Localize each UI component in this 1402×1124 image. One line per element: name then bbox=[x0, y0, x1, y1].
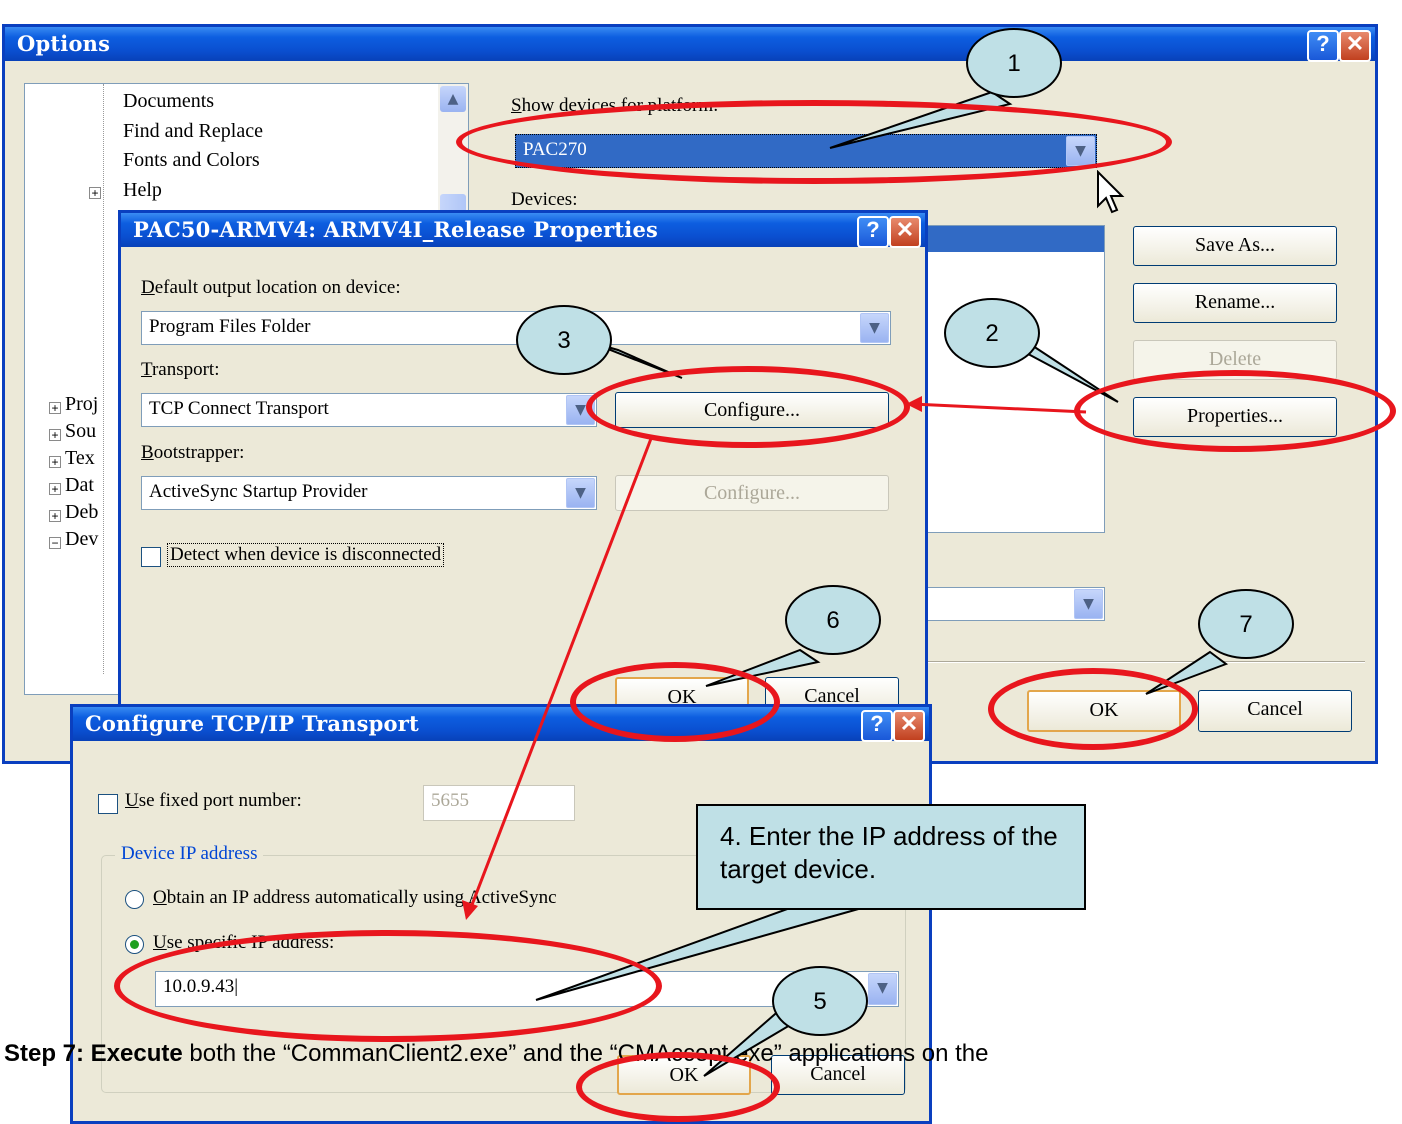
transport-label: Transport: bbox=[141, 359, 220, 380]
callout-7: 7 bbox=[1198, 589, 1294, 659]
bootstrapper-label: Bootstrapper: bbox=[141, 442, 245, 463]
scroll-up-icon[interactable]: ▲ bbox=[440, 86, 466, 112]
step-instruction: Step 7: Execute both the “CommanClient2.… bbox=[4, 1040, 989, 1068]
callout-4-note: 4. Enter the IP address of the target de… bbox=[696, 804, 1086, 910]
fixed-port-label[interactable]: Use fixed port number: bbox=[125, 790, 302, 812]
options-title: Options bbox=[5, 27, 1375, 61]
expand-icon[interactable]: + bbox=[49, 402, 61, 414]
callout-2: 2 bbox=[944, 298, 1040, 368]
mouse-pointer-icon bbox=[1097, 170, 1125, 214]
configure-bootstrapper-button[interactable]: Configure... bbox=[615, 475, 889, 511]
detect-disconnect-label[interactable]: Detect when device is disconnected bbox=[167, 543, 445, 567]
highlight-properties bbox=[1074, 370, 1396, 452]
tree-item-fonts-colors[interactable]: Fonts and Colors bbox=[123, 149, 260, 172]
port-number-field[interactable]: 5655 bbox=[423, 785, 575, 821]
tcp-ip-title: Configure TCP/IP Transport bbox=[73, 707, 929, 741]
options-bottom-select[interactable]: ▼ bbox=[905, 587, 1105, 621]
chevron-down-icon[interactable]: ▼ bbox=[860, 313, 889, 343]
devices-label: Devices: bbox=[511, 189, 578, 210]
tree-item-text[interactable]: Tex bbox=[65, 447, 95, 470]
highlight-tcp-ok bbox=[576, 1052, 780, 1122]
save-as-button[interactable]: Save As... bbox=[1133, 226, 1337, 266]
output-location-value: Program Files Folder bbox=[149, 316, 311, 337]
properties-dialog: PAC50-ARMV4: ARMV4I_Release Properties ?… bbox=[118, 210, 928, 730]
step-label: Step 7: Execute bbox=[4, 1040, 183, 1067]
callout-3: 3 bbox=[516, 305, 612, 375]
tree-guide bbox=[103, 84, 104, 674]
chevron-down-icon[interactable]: ▼ bbox=[868, 973, 897, 1005]
expand-help-icon[interactable]: + bbox=[89, 187, 101, 199]
tree-item-projects[interactable]: Proj bbox=[65, 393, 98, 416]
chevron-down-icon[interactable]: ▼ bbox=[1074, 589, 1103, 619]
tree-item-debug[interactable]: Deb bbox=[65, 501, 98, 524]
highlight-ip-address bbox=[114, 930, 662, 1042]
help-icon[interactable]: ? bbox=[857, 216, 889, 248]
callout-5: 5 bbox=[772, 966, 868, 1036]
divider bbox=[925, 661, 1365, 663]
tree-item-documents[interactable]: Documents bbox=[123, 90, 214, 113]
transport-select[interactable]: TCP Connect Transport ▼ bbox=[141, 393, 597, 427]
highlight-properties-ok bbox=[570, 662, 780, 742]
fixed-port-checkbox[interactable] bbox=[98, 794, 118, 814]
tree-item-find-replace[interactable]: Find and Replace bbox=[123, 120, 263, 143]
obtain-ip-radio[interactable] bbox=[125, 890, 144, 909]
close-icon[interactable]: ✕ bbox=[893, 710, 925, 742]
options-cancel-button[interactable]: Cancel bbox=[1198, 690, 1352, 732]
close-icon[interactable]: ✕ bbox=[1339, 30, 1371, 62]
rename-button[interactable]: Rename... bbox=[1133, 283, 1337, 323]
help-icon[interactable]: ? bbox=[861, 710, 893, 742]
tree-item-source[interactable]: Sou bbox=[65, 420, 96, 443]
help-icon[interactable]: ? bbox=[1307, 30, 1339, 62]
device-ip-group-label: Device IP address bbox=[115, 843, 264, 865]
specific-ip-radio[interactable] bbox=[125, 935, 144, 954]
tree-item-data[interactable]: Dat bbox=[65, 474, 94, 497]
step-body: both the “CommanClient2.exe” and the “CM… bbox=[182, 1040, 989, 1067]
devices-list[interactable] bbox=[905, 225, 1105, 533]
obtain-ip-label[interactable]: Obtain an IP address automatically using… bbox=[153, 887, 557, 909]
expand-icon[interactable]: + bbox=[49, 510, 61, 522]
transport-value: TCP Connect Transport bbox=[149, 398, 329, 419]
tree-item-help[interactable]: Help bbox=[123, 179, 162, 202]
highlight-platform bbox=[456, 100, 1172, 184]
chevron-down-icon[interactable]: ▼ bbox=[566, 478, 595, 508]
callout-1: 1 bbox=[966, 28, 1062, 98]
expand-icon[interactable]: + bbox=[49, 429, 61, 441]
highlight-configure bbox=[586, 366, 910, 448]
callout-6: 6 bbox=[785, 585, 881, 655]
highlight-options-ok bbox=[988, 668, 1198, 750]
expand-icon[interactable]: + bbox=[49, 456, 61, 468]
bootstrapper-select[interactable]: ActiveSync Startup Provider ▼ bbox=[141, 476, 597, 510]
output-location-label: Default output location on device: bbox=[141, 277, 401, 298]
expand-icon[interactable]: + bbox=[49, 483, 61, 495]
bootstrapper-value: ActiveSync Startup Provider bbox=[149, 481, 368, 502]
properties-title: PAC50-ARMV4: ARMV4I_Release Properties bbox=[121, 213, 925, 247]
tree-item-device-tools[interactable]: Dev bbox=[65, 528, 98, 551]
selected-device-row[interactable] bbox=[906, 226, 1104, 252]
collapse-icon[interactable]: − bbox=[49, 537, 61, 549]
close-icon[interactable]: ✕ bbox=[889, 216, 921, 248]
detect-disconnect-checkbox[interactable] bbox=[141, 547, 161, 567]
